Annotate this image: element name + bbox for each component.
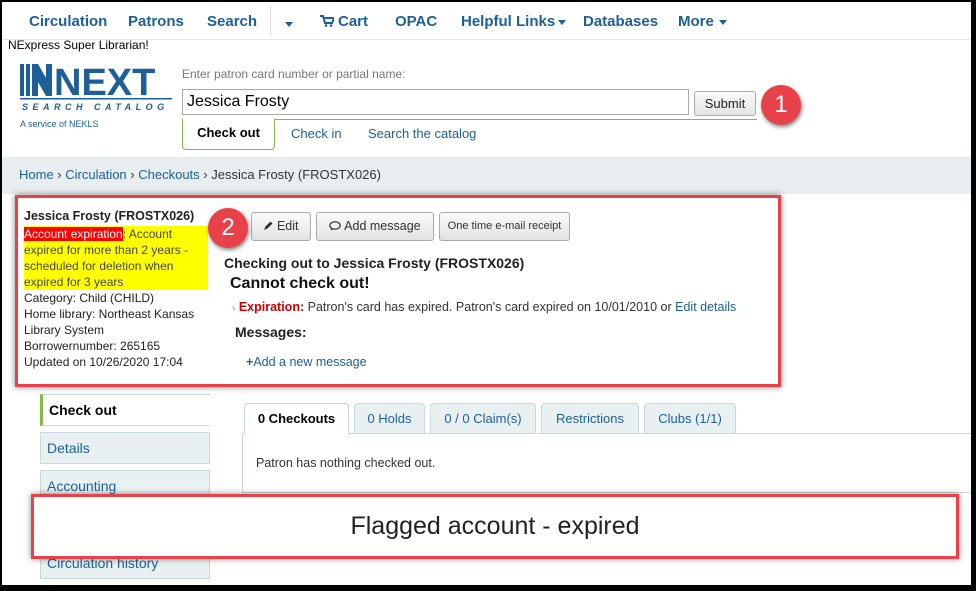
logo-graphic: NEXT SEARCH CATALOG xyxy=(20,62,172,112)
tab-claims[interactable]: 0 / 0 Claim(s) xyxy=(430,403,536,434)
tab-check-in[interactable]: Check in xyxy=(291,126,342,141)
nav-circulation[interactable]: Circulation xyxy=(29,13,107,30)
cart-icon xyxy=(320,15,336,27)
nav-cart[interactable]: Cart xyxy=(320,13,368,30)
chevron-down-icon xyxy=(558,19,567,25)
annotation-badge-2: 2 xyxy=(208,208,248,248)
breadcrumb-home[interactable]: Home xyxy=(19,167,54,182)
patron-search-input[interactable] xyxy=(182,89,689,115)
nav-opac[interactable]: OPAC xyxy=(395,13,437,30)
chevron-down-icon xyxy=(718,19,727,25)
nav-patrons[interactable]: Patrons xyxy=(128,13,184,30)
no-checkouts-message: Patron has nothing checked out. xyxy=(256,456,436,470)
chevron-down-icon xyxy=(285,21,293,27)
nav-more[interactable]: More xyxy=(678,13,727,30)
logo-tagline: A service of NEKLS xyxy=(20,119,99,129)
nav-search[interactable]: Search xyxy=(207,13,257,30)
tab-search-catalog[interactable]: Search the catalog xyxy=(368,126,476,141)
submit-button[interactable]: Submit xyxy=(694,91,756,116)
logo-text: NEXT xyxy=(54,62,155,104)
nav-helpful-links[interactable]: Helpful Links xyxy=(461,13,567,30)
tab-checkouts[interactable]: 0 Checkouts xyxy=(244,403,349,434)
breadcrumb: Home › Circulation › Checkouts › Jessica… xyxy=(2,157,971,194)
app-window: Circulation Patrons Search Cart OPAC Hel… xyxy=(2,2,971,585)
tab-restrictions[interactable]: Restrictions xyxy=(541,403,639,434)
highlight-box xyxy=(15,195,781,387)
breadcrumb-checkouts[interactable]: Checkouts xyxy=(138,167,199,182)
logo-subtext: SEARCH CATALOG xyxy=(22,102,169,112)
tab-clubs[interactable]: Clubs (1/1) xyxy=(644,403,736,434)
breadcrumb-current: Jessica Frosty (FROSTX026) xyxy=(211,167,381,182)
tab-check-out[interactable]: Check out xyxy=(182,119,275,150)
logged-in-user: NExpress Super Librarian! xyxy=(8,38,149,52)
patron-search-hint: Enter patron card number or partial name… xyxy=(182,67,406,81)
nav-more-label: More xyxy=(678,13,714,30)
search-dropdown-toggle[interactable] xyxy=(280,15,293,32)
sidebar-item-details[interactable]: Details xyxy=(40,432,210,464)
nav-divider xyxy=(270,6,271,36)
next-logo: NEXT SEARCH CATALOG xyxy=(18,60,178,120)
breadcrumb-circulation[interactable]: Circulation xyxy=(65,167,126,182)
nav-cart-label: Cart xyxy=(338,13,369,30)
top-nav: Circulation Patrons Search Cart OPAC Hel… xyxy=(2,2,971,40)
nav-databases[interactable]: Databases xyxy=(583,13,658,30)
sidebar-item-check-out[interactable]: Check out xyxy=(40,394,210,426)
annotation-caption: Flagged account - expired xyxy=(31,494,959,559)
annotation-badge-1: 1 xyxy=(761,85,801,125)
tab-holds[interactable]: 0 Holds xyxy=(354,403,425,434)
nav-helpful-links-label: Helpful Links xyxy=(461,13,556,30)
